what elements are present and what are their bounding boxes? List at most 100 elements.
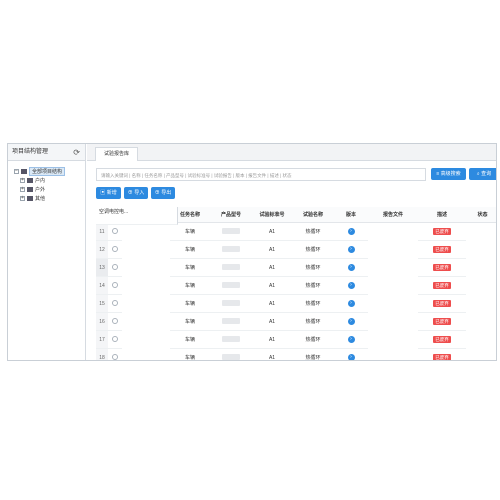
table-row[interactable]: 18空调空调电...车辆A1热循环›空调空调...空调空调电...已废弃 xyxy=(96,207,496,360)
status-badge[interactable]: 已废弃 xyxy=(433,282,451,289)
col-header[interactable]: 报告文件 xyxy=(368,207,418,223)
cell-version[interactable]: › xyxy=(334,222,368,241)
row-checkbox-cell[interactable] xyxy=(108,276,122,295)
row-checkbox[interactable] xyxy=(112,353,118,360)
col-header[interactable]: 描述 xyxy=(418,207,466,223)
cell-version[interactable]: › xyxy=(334,258,368,277)
search-button[interactable]: ⌕ 查询 xyxy=(469,168,496,180)
col-header[interactable]: 产品型号 xyxy=(210,207,252,223)
version-icon[interactable]: › xyxy=(347,318,355,325)
tree-item[interactable]: + 户内 xyxy=(14,176,85,185)
cell-test: 热循环 xyxy=(292,294,334,313)
row-checkbox-cell[interactable] xyxy=(108,312,122,331)
import-label: 导入 xyxy=(134,190,145,196)
table-row[interactable]: 11某机壳一体...车辆A1热循环›某机壳一体化...某机壳一体...已废弃 xyxy=(96,207,496,241)
advanced-search-button[interactable]: ≡ 高级搜索 xyxy=(431,168,466,180)
tree-item[interactable]: + 其他 xyxy=(14,194,85,203)
tree-root-label[interactable]: 全部项目结构 xyxy=(29,167,66,176)
cell-standard: A1 xyxy=(252,348,292,360)
status-badge[interactable]: 已废弃 xyxy=(433,300,451,307)
status-badge[interactable]: 已废弃 xyxy=(433,318,451,325)
cell-version[interactable]: › xyxy=(334,312,368,331)
status-badge[interactable]: 已废弃 xyxy=(433,354,451,360)
col-header[interactable]: 版本 xyxy=(334,207,368,223)
tree-item-label[interactable]: 其他 xyxy=(35,195,45,202)
tree-root[interactable]: − 全部项目结构 xyxy=(14,167,85,176)
cell-standard: A1 xyxy=(252,276,292,295)
folder-icon xyxy=(21,169,27,174)
cell-version[interactable]: › xyxy=(334,276,368,295)
report-table: 名称 任务名称 产品型号 试验标准号 试验名称 版本 报告文件 描述 状态 11… xyxy=(96,207,496,360)
cell-version[interactable]: › xyxy=(334,294,368,313)
cell-model xyxy=(210,330,252,349)
cell-standard: A1 xyxy=(252,294,292,313)
col-header[interactable]: 状态 xyxy=(466,207,496,223)
cell-status: 已废弃 xyxy=(418,222,466,241)
version-icon[interactable]: › xyxy=(347,264,355,271)
status-badge[interactable]: 已废弃 xyxy=(433,264,451,271)
cell-status: 已废弃 xyxy=(418,294,466,313)
tree-item-label[interactable]: 户内 xyxy=(35,177,45,184)
row-checkbox-cell[interactable] xyxy=(108,348,122,360)
redacted-value xyxy=(222,263,240,270)
cell-version[interactable]: › xyxy=(334,348,368,360)
table-row[interactable]: 17空调电控板...车辆A1热循环›空调电控...空调电控板...已废弃 xyxy=(96,207,496,349)
tree-item[interactable]: + 户外 xyxy=(14,185,85,194)
cell-desc: 空调电控电... xyxy=(96,207,178,225)
row-checkbox-cell[interactable] xyxy=(108,294,122,313)
status-badge[interactable]: 已废弃 xyxy=(433,246,451,253)
row-checkbox-cell[interactable] xyxy=(108,240,122,259)
row-number: 18 xyxy=(96,348,108,360)
cell-standard: A1 xyxy=(252,312,292,331)
table-row[interactable]: 13空调仪器控...车辆A1热循环›空调仪器控...空调仪器控...已废弃 xyxy=(96,207,496,277)
cell-test: 热循环 xyxy=(292,276,334,295)
row-checkbox[interactable] xyxy=(112,227,118,234)
status-badge[interactable]: 已废弃 xyxy=(433,336,451,343)
expand-icon[interactable]: + xyxy=(20,187,25,192)
table-row[interactable]: 14空调温控...车辆A1热循环›空调温控...空调温控...已废弃 xyxy=(96,207,496,295)
row-number: 17 xyxy=(96,330,108,349)
import-button[interactable]: ⊕ 导入 xyxy=(124,187,148,199)
collapse-icon[interactable]: − xyxy=(14,169,19,174)
main-content: 试验报告库 请输入关键词 | 名称 | 任务名称 | 产品型号 | 试验标准号 … xyxy=(87,144,496,360)
row-checkbox[interactable] xyxy=(112,335,118,342)
table-row[interactable]: 12空调仪器控...车辆A1热循环›空调仪器控...空调仪器控...已废弃 xyxy=(96,207,496,259)
cell-task: 车辆 xyxy=(170,294,210,313)
redacted-value xyxy=(222,227,240,234)
tab-report-library[interactable]: 试验报告库 xyxy=(95,147,139,161)
row-checkbox-cell[interactable] xyxy=(108,330,122,349)
tree-item-label[interactable]: 户外 xyxy=(35,186,45,193)
cell-version[interactable]: › xyxy=(334,240,368,259)
version-icon[interactable]: › xyxy=(347,228,355,235)
row-checkbox[interactable] xyxy=(112,245,118,252)
expand-icon[interactable]: + xyxy=(20,196,25,201)
redacted-value xyxy=(222,335,240,342)
row-checkbox-cell[interactable] xyxy=(108,258,122,277)
left-panel: 项目结构管理 ⟳ − 全部项目结构 + 户内 + 户外 + 其他 xyxy=(8,144,86,360)
export-button[interactable]: ⊕ 导出 xyxy=(151,187,175,199)
row-checkbox[interactable] xyxy=(112,317,118,324)
row-checkbox[interactable] xyxy=(112,263,118,270)
version-icon[interactable]: › xyxy=(347,246,355,253)
row-checkbox[interactable] xyxy=(112,299,118,306)
version-icon[interactable]: › xyxy=(347,336,355,343)
table-row[interactable]: 16空调空调电...车辆A1热循环›空调空调...空调空调电...已废弃 xyxy=(96,207,496,331)
version-icon[interactable]: › xyxy=(347,282,355,289)
row-checkbox[interactable] xyxy=(112,281,118,288)
version-icon[interactable]: › xyxy=(347,300,355,307)
search-input[interactable]: 请输入关键词 | 名称 | 任务名称 | 产品型号 | 试验标准号 | 试验报告… xyxy=(96,168,426,181)
row-checkbox-cell[interactable] xyxy=(108,222,122,241)
export-label: 导出 xyxy=(161,190,172,196)
search-label: 查询 xyxy=(481,171,492,177)
table-row[interactable]: 15空调温度...车辆A1热循环›空调温度...空调温度...已废弃 xyxy=(96,207,496,313)
status-badge[interactable]: 已废弃 xyxy=(433,228,451,235)
add-button[interactable]: ▣ 新增 xyxy=(96,187,121,199)
version-icon[interactable]: › xyxy=(347,354,355,360)
redacted-value xyxy=(222,299,240,306)
refresh-icon[interactable]: ⟳ xyxy=(73,145,80,161)
col-header[interactable]: 试验标准号 xyxy=(252,207,292,223)
expand-icon[interactable]: + xyxy=(20,178,25,183)
redacted-value xyxy=(222,353,240,360)
col-header[interactable]: 试验名称 xyxy=(292,207,334,223)
cell-version[interactable]: › xyxy=(334,330,368,349)
